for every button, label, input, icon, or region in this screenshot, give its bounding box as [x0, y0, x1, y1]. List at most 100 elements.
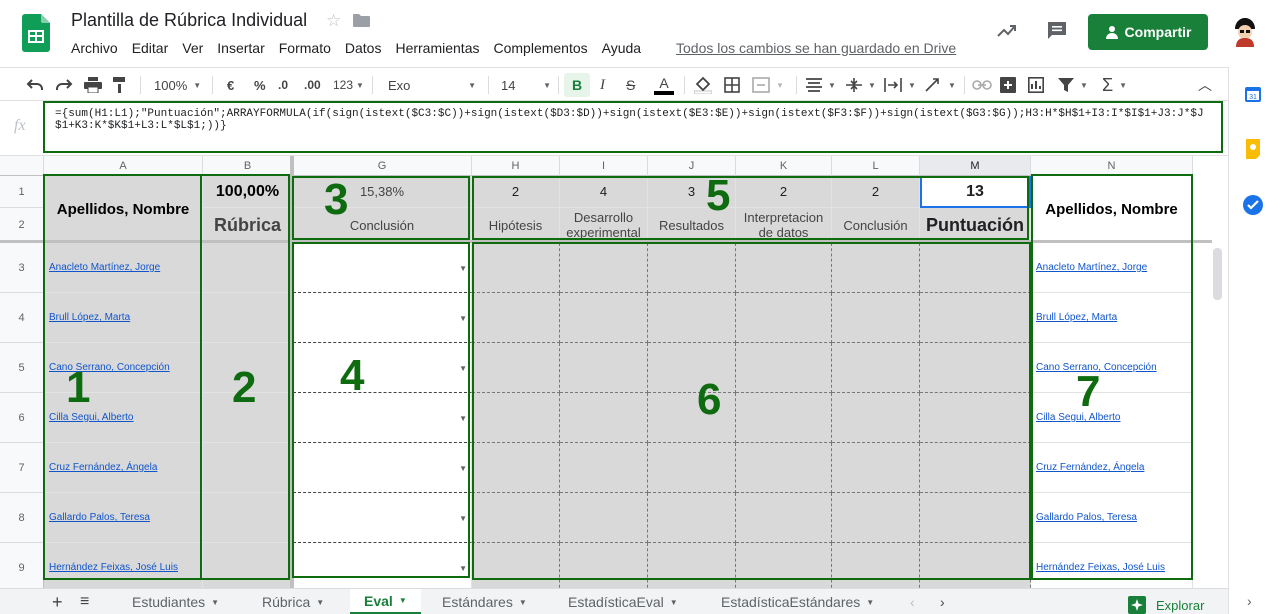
score-cell-k[interactable]: [736, 543, 832, 588]
student-name-right[interactable]: Gallardo Palos, Teresa: [1031, 493, 1193, 543]
column-header-n[interactable]: N: [1031, 156, 1193, 176]
insert-comment-icon[interactable]: [1000, 68, 1016, 102]
rubric-score-cell[interactable]: [203, 493, 293, 543]
tab-estadistica-eval[interactable]: EstadísticaEval ▼: [554, 589, 692, 614]
activity-trend-icon[interactable]: [996, 20, 1018, 42]
score-cell-k[interactable]: [736, 293, 832, 343]
score-cell-i[interactable]: [560, 543, 648, 588]
student-name-right[interactable]: Cruz Fernández, Ángela: [1031, 443, 1193, 493]
score-cell-l[interactable]: [832, 543, 920, 588]
column-header-i[interactable]: I: [560, 156, 648, 176]
tab-eval[interactable]: Eval ▼: [350, 589, 421, 614]
italic-button[interactable]: I: [600, 68, 605, 102]
merge-cells-icon[interactable]: ▼: [752, 68, 784, 102]
criterion-label-m[interactable]: Puntuación: [920, 208, 1031, 243]
menu-ayuda[interactable]: Ayuda: [602, 40, 641, 58]
criterion-label-h[interactable]: Hipótesis: [472, 208, 560, 243]
row-header-7[interactable]: 7: [0, 443, 44, 493]
student-name[interactable]: Hernández Feixas, José Luis: [44, 543, 203, 588]
rubric-label[interactable]: Rúbrica: [203, 208, 293, 243]
undo-icon[interactable]: [26, 68, 44, 102]
score-cell-i[interactable]: [560, 243, 648, 293]
text-wrapping-icon[interactable]: ▼: [884, 68, 916, 102]
explore-button[interactable]: Explorar: [1128, 596, 1204, 614]
dropdown-arrow-icon[interactable]: ▼: [459, 514, 467, 523]
score-cell-l[interactable]: [832, 243, 920, 293]
criterion-weight-l[interactable]: 2: [832, 176, 920, 208]
sheets-logo-icon[interactable]: [22, 14, 50, 52]
tab-estadistica-estandares[interactable]: EstadísticaEstándares ▼: [707, 589, 888, 614]
dropdown-arrow-icon[interactable]: ▼: [459, 414, 467, 423]
row-header-5[interactable]: 5: [0, 343, 44, 393]
score-cell-i[interactable]: [560, 293, 648, 343]
insert-link-icon[interactable]: [972, 68, 992, 102]
score-cell-i[interactable]: [560, 493, 648, 543]
save-status-link[interactable]: Todos los cambios se han guardado en Dri…: [676, 40, 956, 56]
currency-format-button[interactable]: €: [227, 68, 234, 102]
calendar-icon[interactable]: 31: [1244, 85, 1262, 103]
score-cell-h[interactable]: [472, 443, 560, 493]
score-cell-j[interactable]: [648, 293, 736, 343]
student-name-right[interactable]: Cilla Segui, Alberto: [1031, 393, 1193, 443]
fill-color-icon[interactable]: [694, 68, 712, 102]
score-cell-h[interactable]: [472, 493, 560, 543]
column-header-b[interactable]: B: [203, 156, 293, 176]
frozen-column-divider[interactable]: [290, 156, 294, 588]
score-cell-m[interactable]: [920, 393, 1031, 443]
score-cell-l[interactable]: [832, 293, 920, 343]
row-header-2[interactable]: 2: [0, 208, 44, 243]
grade-dropdown-cell[interactable]: ▼: [293, 443, 472, 493]
font-size-select[interactable]: 14 ▼: [501, 68, 551, 102]
all-sheets-icon[interactable]: ≡: [66, 589, 103, 614]
student-name-right[interactable]: Hernández Feixas, José Luis: [1031, 543, 1193, 588]
column-header-h[interactable]: H: [472, 156, 560, 176]
grade-dropdown-cell[interactable]: ▼: [293, 493, 472, 543]
expand-panel-icon[interactable]: ›: [1247, 593, 1252, 609]
criterion-weight-i[interactable]: 4: [560, 176, 648, 208]
font-family-select[interactable]: Exo ▼: [388, 68, 476, 102]
share-button[interactable]: Compartir: [1088, 14, 1208, 50]
menu-formato[interactable]: Formato: [279, 40, 331, 58]
grade-dropdown-cell[interactable]: ▼: [293, 343, 472, 393]
strikethrough-button[interactable]: S: [626, 68, 635, 102]
print-icon[interactable]: [84, 68, 102, 102]
criterion-label-g[interactable]: Conclusión: [293, 208, 472, 243]
text-color-button[interactable]: A: [654, 68, 674, 102]
score-cell-i[interactable]: [560, 343, 648, 393]
vertical-scrollbar[interactable]: [1213, 248, 1222, 300]
student-name-right[interactable]: Anacleto Martínez, Jorge: [1031, 243, 1193, 293]
score-cell-j[interactable]: [648, 543, 736, 588]
header-apellidos-nombre-right[interactable]: Apellidos, Nombre: [1031, 176, 1193, 243]
spreadsheet-grid[interactable]: A B G H I J K L M N 1 2 3 4 5 6 7 8 9 Apellidos, Nombre 100,…: [0, 156, 1212, 588]
criterion-percent-g[interactable]: 15,38%: [293, 176, 472, 208]
more-formats-select[interactable]: 123 ▼: [333, 68, 364, 102]
document-title[interactable]: Plantilla de Rúbrica Individual: [71, 10, 307, 31]
criterion-weight-m[interactable]: 13: [920, 176, 1031, 208]
menu-ver[interactable]: Ver: [182, 40, 203, 58]
horizontal-align-icon[interactable]: ▼: [806, 68, 836, 102]
dropdown-arrow-icon[interactable]: ▼: [459, 564, 467, 573]
score-cell-k[interactable]: [736, 443, 832, 493]
redo-icon[interactable]: [55, 68, 73, 102]
grade-dropdown-cell[interactable]: ▼: [293, 293, 472, 343]
formula-input[interactable]: ={sum(H1:L1);"Puntuación";ARRAYFORMULA(i…: [43, 101, 1223, 153]
row-header-8[interactable]: 8: [0, 493, 44, 543]
keep-icon[interactable]: [1244, 139, 1262, 159]
criterion-weight-k[interactable]: 2: [736, 176, 832, 208]
zoom-select[interactable]: 100% ▼: [154, 68, 201, 102]
dropdown-arrow-icon[interactable]: ▼: [459, 464, 467, 473]
column-header-g[interactable]: G: [293, 156, 472, 176]
functions-icon[interactable]: Σ ▼: [1102, 68, 1127, 102]
score-cell-j[interactable]: [648, 443, 736, 493]
dropdown-arrow-icon[interactable]: ▼: [459, 314, 467, 323]
rubric-score-cell[interactable]: [203, 243, 293, 293]
score-cell-k[interactable]: [736, 493, 832, 543]
score-cell-m[interactable]: [920, 343, 1031, 393]
bold-button[interactable]: B: [564, 73, 590, 97]
dropdown-arrow-icon[interactable]: ▼: [459, 364, 467, 373]
grade-dropdown-cell[interactable]: ▼: [293, 243, 472, 293]
user-avatar-icon[interactable]: [1229, 15, 1261, 47]
score-cell-l[interactable]: [832, 343, 920, 393]
rubric-score-cell[interactable]: [203, 543, 293, 588]
score-cell-h[interactable]: [472, 293, 560, 343]
